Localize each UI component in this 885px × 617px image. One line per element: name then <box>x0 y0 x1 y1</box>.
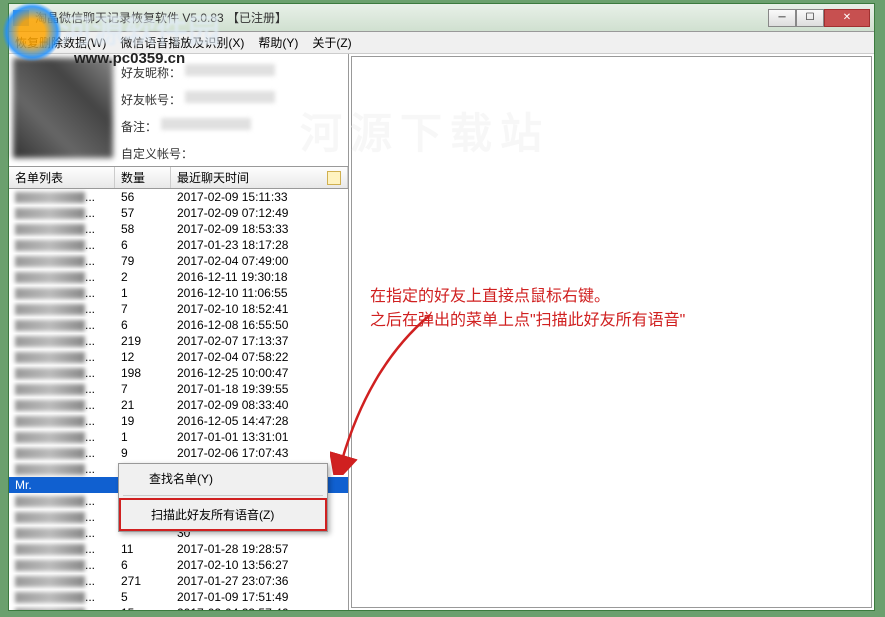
table-row[interactable]: ...582017-02-09 18:53:33 <box>9 221 348 237</box>
account-label: 好友帐号： <box>121 91 181 108</box>
col-count[interactable]: 数量 <box>115 167 171 188</box>
annotation-line1: 在指定的好友上直接点鼠标右键。 <box>370 285 685 309</box>
table-row[interactable]: ...72017-01-18 19:39:55 <box>9 381 348 397</box>
annotation-text: 在指定的好友上直接点鼠标右键。 之后在弹出的菜单上点"扫描此好友所有语音" <box>370 285 685 333</box>
table-row[interactable]: ...12017-01-01 13:31:01 <box>9 429 348 445</box>
table-row[interactable]: ...62017-02-10 13:56:27 <box>9 557 348 573</box>
nickname-value <box>185 64 275 76</box>
menu-voice[interactable]: 微信语音播放及识别(X) <box>120 34 244 51</box>
titlebar[interactable]: 淘晶微信聊天记录恢复软件 V5.0.83 【已注册】 ─ ☐ ✕ <box>9 4 874 32</box>
table-row[interactable]: ...62016-12-08 16:55:50 <box>9 317 348 333</box>
col-name[interactable]: 名单列表 <box>9 167 115 188</box>
close-button[interactable]: ✕ <box>824 9 870 27</box>
note-label: 备注： <box>121 118 157 135</box>
ctx-scan-voice[interactable]: 扫描此好友所有语音(Z) <box>119 498 327 531</box>
profile-section: 好友昵称： 好友帐号： 备注： 自定义帐号： <box>9 54 348 167</box>
note-value <box>161 118 251 130</box>
col-time[interactable]: 最近聊天时间 <box>171 167 348 188</box>
table-row[interactable]: ...52017-01-09 17:51:49 <box>9 589 348 605</box>
nickname-label: 好友昵称： <box>121 64 181 81</box>
table-row[interactable]: ...72017-02-10 18:52:41 <box>9 301 348 317</box>
table-row[interactable]: ...122017-02-04 07:58:22 <box>9 349 348 365</box>
table-row[interactable]: ...212017-02-09 08:33:40 <box>9 397 348 413</box>
table-body[interactable]: ...562017-02-09 15:11:33...572017-02-09 … <box>9 189 348 610</box>
menubar: 恢复删除数据(W) 微信语音播放及识别(X) 帮助(Y) 关于(Z) <box>9 32 874 54</box>
table-row[interactable]: ...12016-12-10 11:06:55 <box>9 285 348 301</box>
menu-about[interactable]: 关于(Z) <box>312 34 351 51</box>
table-row[interactable]: ...572017-02-09 07:12:49 <box>9 205 348 221</box>
table-row[interactable]: ...152017-02-04 23:57:46 <box>9 605 348 610</box>
table-row[interactable]: ...2712017-01-27 23:07:36 <box>9 573 348 589</box>
table-header: 名单列表 数量 最近聊天时间 <box>9 167 348 189</box>
ctx-find[interactable]: 查找名单(Y) <box>119 464 327 493</box>
sort-icon[interactable] <box>327 171 341 185</box>
table-row[interactable]: ...562017-02-09 15:11:33 <box>9 189 348 205</box>
table-row[interactable]: ...92017-02-06 17:07:43 <box>9 445 348 461</box>
table-row[interactable]: ...792017-02-04 07:49:00 <box>9 253 348 269</box>
menu-recover[interactable]: 恢复删除数据(W) <box>15 34 106 51</box>
context-menu: 查找名单(Y) 扫描此好友所有语音(Z) <box>118 463 328 532</box>
table-row[interactable]: ...22016-12-11 19:30:18 <box>9 269 348 285</box>
annotation-line2: 之后在弹出的菜单上点"扫描此好友所有语音" <box>370 309 685 333</box>
app-icon <box>13 10 29 26</box>
table-row[interactable]: ...112017-01-28 19:28:57 <box>9 541 348 557</box>
custom-label: 自定义帐号： <box>121 145 193 162</box>
minimize-button[interactable]: ─ <box>768 9 796 27</box>
table-row[interactable]: ...62017-01-23 18:17:28 <box>9 237 348 253</box>
menu-help[interactable]: 帮助(Y) <box>258 34 298 51</box>
table-row[interactable]: ...1982016-12-25 10:00:47 <box>9 365 348 381</box>
table-row[interactable]: ...2192017-02-07 17:13:37 <box>9 333 348 349</box>
window-title: 淘晶微信聊天记录恢复软件 V5.0.83 【已注册】 <box>35 9 768 26</box>
ctx-separator <box>123 495 323 496</box>
table-row[interactable]: ...192016-12-05 14:47:28 <box>9 413 348 429</box>
account-value <box>185 91 275 103</box>
avatar <box>13 58 113 158</box>
maximize-button[interactable]: ☐ <box>796 9 824 27</box>
